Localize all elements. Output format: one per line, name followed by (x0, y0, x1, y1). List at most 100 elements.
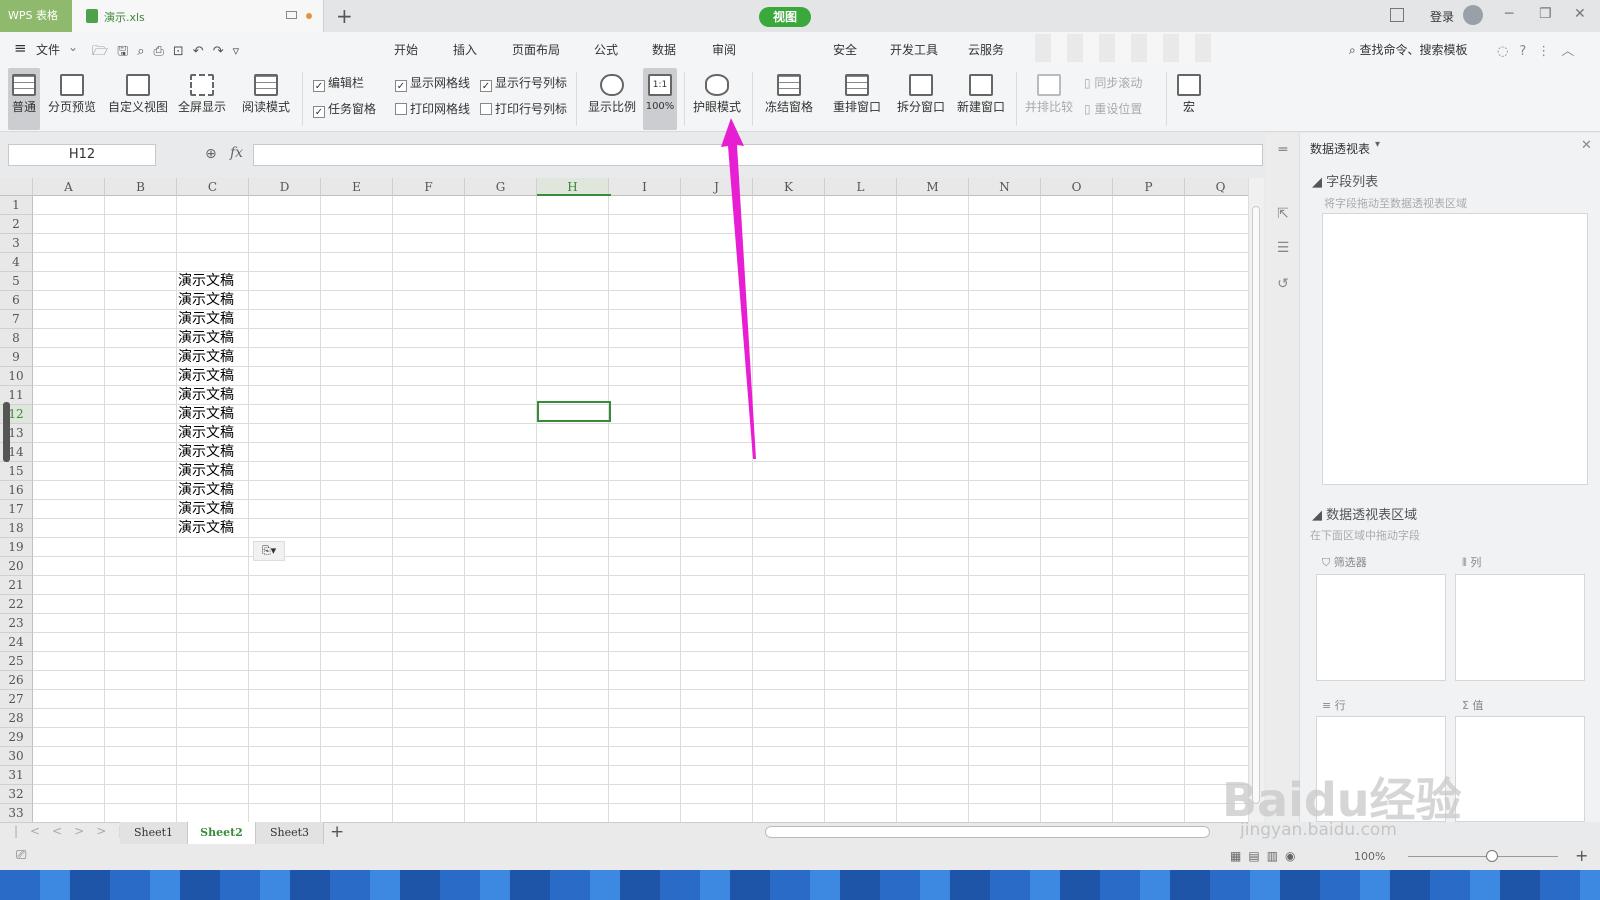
sync-scroll-button[interactable]: ▯ 同步滚动 (1084, 74, 1142, 91)
tab-review[interactable]: 审阅 (712, 41, 736, 58)
history-icon[interactable]: ↺ (1274, 276, 1292, 294)
settings-sliders-icon[interactable]: ☰ (1274, 240, 1292, 258)
column-header-m[interactable]: M (897, 178, 969, 196)
column-header-a[interactable]: A (33, 178, 105, 196)
show-headings-checkbox[interactable]: ✓ 显示行号列标 (480, 74, 567, 92)
print-preview-icon[interactable]: ⊡ (173, 44, 193, 59)
more-icon[interactable]: ⋮ (1537, 44, 1561, 59)
zoom-formula-icon[interactable]: ⊕ (205, 146, 217, 162)
column-header-g[interactable]: G (465, 178, 537, 196)
freeze-panes-button[interactable]: 冻结窗格 (760, 68, 818, 130)
show-gridlines-checkbox[interactable]: ✓ 显示网格线 (395, 74, 470, 92)
column-header-o[interactable]: O (1041, 178, 1113, 196)
next-sheet-icon[interactable]: > (74, 824, 96, 838)
customize-icon[interactable]: ▿ (233, 44, 249, 59)
zoom-slider[interactable] (1408, 856, 1558, 857)
document-tab[interactable]: 演示.xls (72, 0, 324, 32)
selected-cell[interactable] (537, 401, 611, 422)
column-header-l[interactable]: L (825, 178, 897, 196)
zoom-slider-handle[interactable] (1486, 850, 1498, 862)
layout-icon[interactable] (1390, 8, 1404, 22)
sheet-tab-3[interactable]: Sheet3 (256, 822, 324, 844)
comment-icon[interactable]: ◌ (1497, 44, 1519, 59)
chevron-down-icon[interactable]: ⌄ (68, 40, 78, 54)
close-icon[interactable]: ✕ (1581, 138, 1592, 153)
eye-status-icon[interactable]: ◉ (1285, 849, 1302, 863)
sheet-tab-2[interactable]: Sheet2 (188, 822, 256, 844)
column-header-e[interactable]: E (321, 178, 393, 196)
normal-view-status-icon[interactable]: ▦ (1230, 849, 1248, 863)
row-header-16[interactable]: 16 (0, 481, 33, 500)
cell-c8[interactable]: 演示文稿 (178, 329, 250, 348)
paste-options-button[interactable]: ⎘▾ (253, 541, 285, 561)
page-break-status-icon[interactable]: ▥ (1267, 849, 1285, 863)
command-search[interactable]: ⌕ 查找命令、搜索模板 (1349, 41, 1468, 58)
file-menu[interactable]: 文件 (36, 41, 60, 58)
row-header-2[interactable]: 2 (0, 215, 33, 234)
cell-c13[interactable]: 演示文稿 (178, 424, 250, 443)
row-header-19[interactable]: 19 (0, 538, 33, 557)
tab-insert[interactable]: 插入 (453, 41, 477, 58)
row-header-8[interactable]: 8 (0, 329, 33, 348)
tab-home[interactable]: 开始 (394, 41, 418, 58)
horizontal-scrollbar[interactable] (765, 826, 1210, 838)
pivot-panel-title[interactable]: 数据透视表 (1310, 140, 1370, 157)
row-header-31[interactable]: 31 (0, 766, 33, 785)
cell-c11[interactable]: 演示文稿 (178, 386, 250, 405)
zoom-level[interactable]: 100% (1354, 850, 1385, 863)
row-header-23[interactable]: 23 (0, 614, 33, 633)
name-box[interactable]: H12 (8, 144, 156, 166)
zoom-ratio-button[interactable]: 显示比例 (586, 68, 638, 130)
tab-cloud[interactable]: 云服务 (968, 41, 1004, 58)
tab-data[interactable]: 数据 (652, 41, 676, 58)
login-button[interactable]: 登录 (1430, 8, 1454, 25)
cell-c9[interactable]: 演示文稿 (178, 348, 250, 367)
row-header-10[interactable]: 10 (0, 367, 33, 386)
column-header-p[interactable]: P (1113, 178, 1185, 196)
menu-icon[interactable]: ≡ (14, 39, 27, 57)
column-header-i[interactable]: I (609, 178, 681, 196)
row-header-32[interactable]: 32 (0, 785, 33, 804)
monitor-icon[interactable] (286, 11, 297, 19)
row-header-6[interactable]: 6 (0, 291, 33, 310)
quick-access-toolbar[interactable]: 🗁🖫⌕⎙⊡↶↷▿ (92, 42, 248, 64)
row-header-26[interactable]: 26 (0, 671, 33, 690)
task-pane-checkbox[interactable]: ✓ 任务窗格 (313, 100, 376, 118)
page-layout-status-icon[interactable]: ▤ (1248, 849, 1266, 863)
tab-developer[interactable]: 开发工具 (890, 41, 938, 58)
cell-c17[interactable]: 演示文稿 (178, 500, 250, 519)
cell-c5[interactable]: 演示文稿 (178, 272, 250, 291)
row-header-20[interactable]: 20 (0, 557, 33, 576)
split-window-button[interactable]: 拆分窗口 (896, 68, 946, 130)
fullscreen-button[interactable]: 全屏显示 (176, 68, 228, 130)
row-header-21[interactable]: 21 (0, 576, 33, 595)
column-header-q[interactable]: Q (1185, 178, 1248, 196)
row-header-17[interactable]: 17 (0, 500, 33, 519)
save-icon[interactable]: 🖫 (117, 44, 137, 59)
tab-view[interactable]: 视图 (759, 7, 811, 27)
select-all-corner[interactable] (0, 178, 33, 196)
app-tab[interactable]: WPS 表格 (0, 0, 72, 32)
side-by-side-button[interactable]: 并排比较 (1024, 68, 1074, 130)
select-pointer-icon[interactable]: ⇱ (1274, 206, 1292, 224)
chevron-down-icon[interactable]: ▾ (1375, 139, 1380, 150)
reading-mode-button[interactable]: 阅读模式 (236, 68, 296, 130)
row-header-5[interactable]: 5 (0, 272, 33, 291)
print-icon[interactable]: ⎙ (153, 44, 172, 59)
row-header-29[interactable]: 29 (0, 728, 33, 747)
row-header-27[interactable]: 27 (0, 690, 33, 709)
zoom-in-icon[interactable]: + (1575, 846, 1588, 865)
page-break-preview-button[interactable]: 分页预览 (46, 68, 98, 130)
expand-icon[interactable]: ═ (1274, 142, 1292, 160)
find-icon[interactable]: ⌕ (137, 44, 153, 59)
new-window-button[interactable]: 新建窗口 (954, 68, 1008, 130)
row-header-15[interactable]: 15 (0, 462, 33, 481)
prev-sheet-icon[interactable]: < (52, 824, 74, 838)
open-folder-icon[interactable]: 🗁 (92, 44, 117, 59)
cell-c15[interactable]: 演示文稿 (178, 462, 250, 481)
columns-drop-area[interactable] (1455, 574, 1585, 681)
add-sheet-button[interactable]: + (330, 822, 344, 842)
collapse-ribbon-icon[interactable]: ︿ (1561, 44, 1585, 59)
print-headings-checkbox[interactable]: 打印行号列标 (480, 100, 567, 117)
row-header-7[interactable]: 7 (0, 310, 33, 329)
